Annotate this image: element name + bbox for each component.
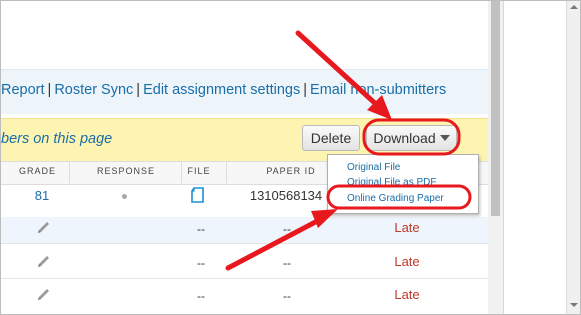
screenshot-frame: Report | Roster Sync | Edit assignment setti… [0,0,581,315]
report-link[interactable]: Report [1,82,45,98]
email-non-submitters-link[interactable]: Email non-submitters [310,82,446,98]
menu-item-original-file[interactable]: Original File [347,162,400,173]
column-divider [69,161,70,183]
late-status: Late [394,220,420,235]
file-cell: -- [197,289,205,303]
top-band [1,1,488,69]
edit-assignment-settings-link[interactable]: Edit assignment settings [143,82,300,98]
column-divider [181,161,182,183]
late-status: Late [394,287,420,302]
content-scrollbar-thumb[interactable] [491,1,500,216]
paper-id-cell: -- [283,256,291,270]
scroll-up-arrow-icon[interactable] [570,5,578,9]
link-separator: | [47,82,52,98]
paper-id-cell: -- [283,289,291,303]
pencil-icon[interactable] [35,287,51,305]
download-menu: Original File Original File as PDF Onlin… [327,154,479,214]
paper-id-cell: -- [283,222,291,236]
column-header-response[interactable]: RESPONSE [85,166,167,176]
grade-cell[interactable]: 81 [27,188,57,203]
file-cell: -- [197,222,205,236]
assignment-links: Report | Roster Sync | Edit assignment setti… [1,82,446,98]
link-separator: | [136,82,141,98]
select-page-link[interactable]: bers on this page [1,131,112,147]
menu-item-online-grading-paper[interactable]: Online Grading Paper [347,193,444,204]
response-dot-icon [122,194,127,199]
pencil-icon[interactable] [35,220,51,238]
right-pane [503,1,567,314]
column-divider [226,161,227,183]
column-header-file[interactable]: FILE [181,166,217,176]
scroll-down-arrow-icon[interactable] [570,303,578,307]
delete-button[interactable]: Delete [302,125,360,151]
delete-button-label: Delete [310,130,352,146]
paper-id-cell: 1310568134 [249,188,323,203]
menu-item-original-file-pdf[interactable]: Original File as PDF [347,177,436,188]
column-header-grade[interactable]: GRADE [19,166,55,176]
file-cell[interactable] [189,187,205,206]
main-content: Report | Roster Sync | Edit assignment setti… [1,1,488,314]
file-icon[interactable] [190,187,204,203]
grade-link[interactable]: 81 [35,188,49,203]
file-cell: -- [197,256,205,270]
download-button[interactable]: Download [366,125,457,151]
window-scrollbar[interactable] [566,1,580,314]
late-status: Late [394,254,420,269]
download-button-label: Download [373,130,436,146]
column-header-paper-id[interactable]: PAPER ID [249,166,333,176]
pencil-icon[interactable] [35,254,51,272]
roster-sync-link[interactable]: Roster Sync [54,82,133,98]
caret-down-icon [439,135,450,141]
link-separator: | [303,82,308,98]
